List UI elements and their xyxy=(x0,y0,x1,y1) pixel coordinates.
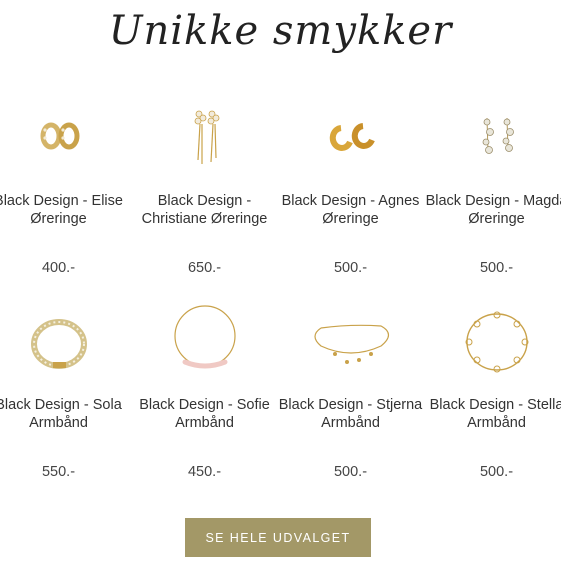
product-price: 500.- xyxy=(333,464,368,480)
product-name: Black Design - Stella Armbånd xyxy=(429,397,561,431)
charm-bracelet-icon xyxy=(301,296,401,396)
product-price: 500.- xyxy=(333,260,368,276)
see-all-button[interactable]: SE HELE UDVALGET xyxy=(185,518,371,557)
chain-bracelet-icon xyxy=(447,296,547,396)
product-price: 450.- xyxy=(187,464,222,480)
product-name: Black Design - Magda Øreringe xyxy=(425,193,561,227)
pearl-earrings-icon xyxy=(447,92,547,192)
bar-bracelet-icon xyxy=(155,296,255,396)
product-card[interactable]: Black Design - Sola Armbånd 550.- xyxy=(0,296,131,480)
gold-hoop-earrings-icon xyxy=(301,92,401,192)
product-price: 400.- xyxy=(41,260,76,276)
product-card[interactable]: Black Design - Stjerna Armbånd 500.- xyxy=(278,296,423,480)
product-card[interactable]: Black Design - Christiane Øreringe 650.- xyxy=(132,92,277,276)
tennis-bracelet-icon xyxy=(9,296,109,396)
product-name: Black Design - Sofie Armbånd xyxy=(139,397,270,431)
product-card[interactable]: Black Design - Sofie Armbånd 450.- xyxy=(132,296,277,480)
section-title: Unikke smykker xyxy=(108,8,453,54)
product-name: Black Design - Christiane Øreringe xyxy=(141,193,268,227)
product-price: 500.- xyxy=(479,464,514,480)
product-name: Black Design - Sola Armbånd xyxy=(0,397,122,431)
product-price: 550.- xyxy=(41,464,76,480)
product-card[interactable]: Black Design - Magda Øreringe 500.- xyxy=(424,92,561,276)
product-name: Black Design - Agnes Øreringe xyxy=(281,193,420,227)
drop-earrings-icon xyxy=(155,92,255,192)
product-name: Black Design - Elise Øreringe xyxy=(0,193,123,227)
product-card[interactable]: Black Design - Stella Armbånd 500.- xyxy=(424,296,561,480)
hoop-earrings-icon xyxy=(9,92,109,192)
product-card[interactable]: Black Design - Agnes Øreringe 500.- xyxy=(278,92,423,276)
product-price: 650.- xyxy=(187,260,222,276)
product-name: Black Design - Stjerna Armbånd xyxy=(278,397,423,431)
product-card[interactable]: Black Design - Elise Øreringe 400.- xyxy=(0,92,131,276)
product-price: 500.- xyxy=(479,260,514,276)
